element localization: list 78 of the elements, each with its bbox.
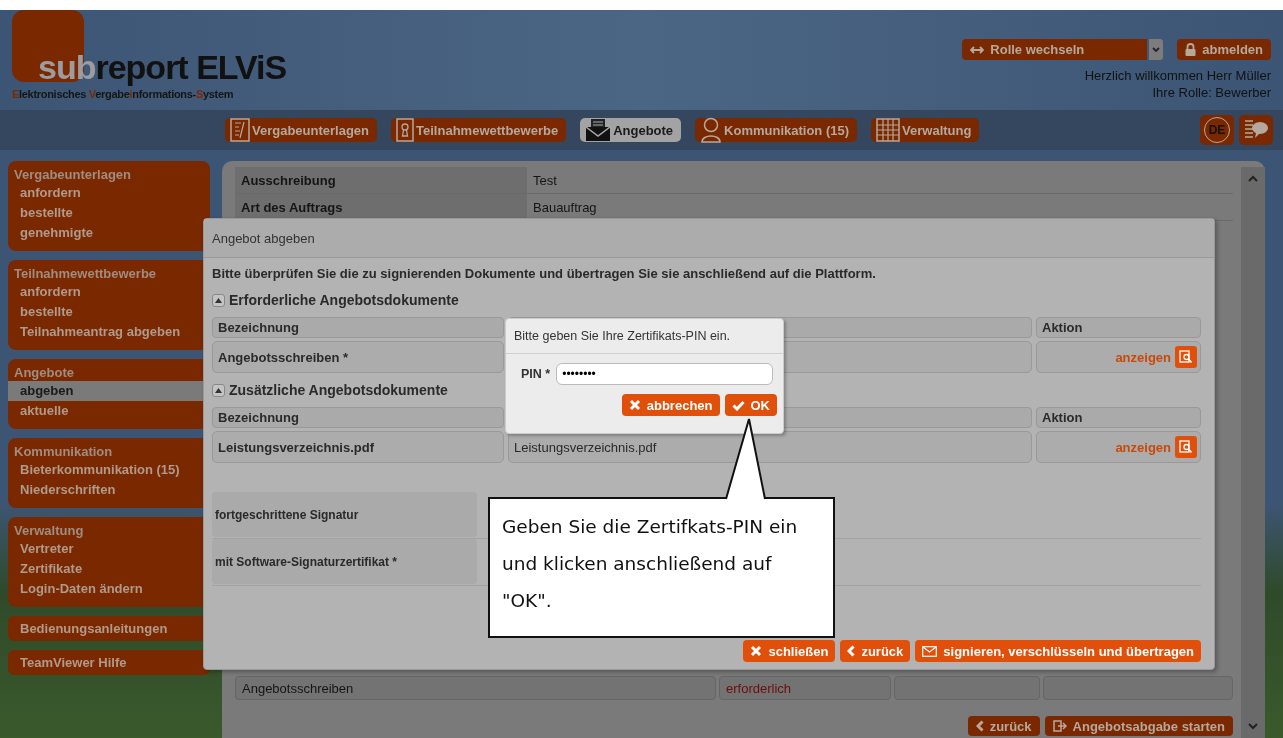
table-cell: Leistungsverzeichnis.pdf xyxy=(508,431,1032,463)
swap-icon xyxy=(970,45,985,54)
section-title: Zusätzliche Angebotsdokumente xyxy=(229,382,448,398)
chevron-left-icon xyxy=(847,645,856,657)
field-value: Bauauftrag xyxy=(532,199,598,215)
table-cell: Leistungsverzeichnis.pdf xyxy=(212,431,504,463)
field-value: Test xyxy=(532,172,558,188)
chevron-up-icon xyxy=(1248,175,1258,182)
collapse-toggle[interactable] xyxy=(212,293,225,307)
exit-icon xyxy=(1052,720,1067,732)
nav-tab[interactable]: Verwaltung xyxy=(871,118,980,142)
preview-button[interactable] xyxy=(1175,346,1197,368)
action-button[interactable]: Angebotsabgabe starten xyxy=(1044,716,1233,736)
instruction-text: Bitte überprüfen Sie die zu signierenden Dokumente und übertragen Sie sie anschließend auf die Plattform. xyxy=(212,266,877,281)
chevron-left-icon xyxy=(975,720,984,732)
dialog-button[interactable]: signieren, verschlüsseln und übertragen xyxy=(915,640,1201,662)
show-link[interactable]: anzeigen xyxy=(1115,439,1171,455)
table-cell: Angebotsschreiben xyxy=(235,676,716,700)
field-label: Ausschreibung xyxy=(235,167,527,193)
sidebar-heading: Vergabeunterlagen xyxy=(13,166,133,183)
action-button[interactable]: zurück xyxy=(967,716,1040,736)
sidebar-heading: Verwaltung xyxy=(13,522,85,539)
show-link[interactable]: anzeigen xyxy=(1115,349,1171,365)
magnifier-icon xyxy=(1179,350,1193,364)
preview-button[interactable] xyxy=(1175,436,1197,458)
dialog-button[interactable]: zurück xyxy=(840,640,911,662)
column-header: Bezeichnung xyxy=(212,407,504,428)
column-header: Bezeichnung xyxy=(212,317,504,338)
table-cell: erforderlich xyxy=(719,676,891,700)
envelope-icon xyxy=(922,645,938,657)
document-icon xyxy=(230,118,250,142)
table-cell: fortgeschrittene Signatur xyxy=(212,492,477,537)
envelope-icon xyxy=(585,118,612,142)
nav-tab[interactable]: Angebote xyxy=(580,118,682,142)
dropdown-caret[interactable] xyxy=(1149,39,1164,60)
nav-tab[interactable]: Teilnahmewettbewerbe xyxy=(391,118,567,142)
dialog-button[interactable]: OK xyxy=(724,394,777,416)
check-icon xyxy=(731,399,745,411)
close-icon xyxy=(628,399,641,411)
scrollbar[interactable] xyxy=(1241,167,1265,738)
field-label: Art des Auftrags xyxy=(235,194,527,220)
dialog-button[interactable]: schließen xyxy=(743,640,836,662)
building-icon xyxy=(876,118,901,142)
column-header: Aktion xyxy=(1036,407,1201,428)
triangle-icon xyxy=(215,297,222,303)
caret-icon xyxy=(1152,46,1161,53)
language-button[interactable]: DE xyxy=(1200,115,1234,145)
role-text: Ihre Rolle: Bewerber xyxy=(1152,85,1271,100)
help-chat-button[interactable] xyxy=(1239,115,1273,145)
sidebar-item[interactable]: anfordern xyxy=(8,183,210,203)
welcome-text: Herzlich willkommen Herr Müller xyxy=(1084,68,1271,83)
pin-field[interactable]: •••••••• xyxy=(556,363,773,385)
lock-icon xyxy=(1185,43,1197,56)
logo-tagline: Elektronisches Vergabeinformations-System xyxy=(12,88,235,100)
pin-label: PIN * xyxy=(521,367,551,381)
chevron-down-icon xyxy=(1248,723,1258,730)
section-title: Erforderliche Angebotsdokumente xyxy=(229,292,459,308)
person-icon xyxy=(700,117,723,143)
nav-tab[interactable]: Vergabeunterlagen xyxy=(225,118,378,142)
sidebar-heading: Kommunikation xyxy=(13,443,114,460)
sidebar-heading: Teilnahmewettbewerbe xyxy=(13,265,158,282)
nav-tab[interactable]: Kommunikation (15) xyxy=(695,118,858,142)
magnifier-icon xyxy=(1179,440,1193,454)
logout-button[interactable]: abmelden xyxy=(1177,39,1271,60)
role-select[interactable]: Rolle wechseln xyxy=(962,39,1148,60)
dialog-button[interactable]: abbrechen xyxy=(621,394,720,416)
dialog-title: Angebot abgeben xyxy=(204,219,1214,258)
column-header: Aktion xyxy=(1036,317,1201,338)
keyhole-icon xyxy=(396,118,415,142)
sidebar-heading: Angebote xyxy=(13,364,75,381)
sidebar-link[interactable]: TeamViewer Hilfe xyxy=(8,650,210,675)
collapse-toggle[interactable] xyxy=(212,383,225,397)
triangle-icon xyxy=(215,387,222,393)
pin-dialog-title: Bitte geben Sie Ihre Zertifikats-PIN ein. xyxy=(506,319,783,354)
callout-text: Geben Sie die Zertifkats-PIN ein und klicken anschließend auf "OK". xyxy=(502,515,799,613)
close-icon xyxy=(750,645,763,657)
table-cell: mit Software-Signaturzertifikat * xyxy=(212,539,477,584)
table-cell: Angebotsschreiben * xyxy=(212,341,504,373)
